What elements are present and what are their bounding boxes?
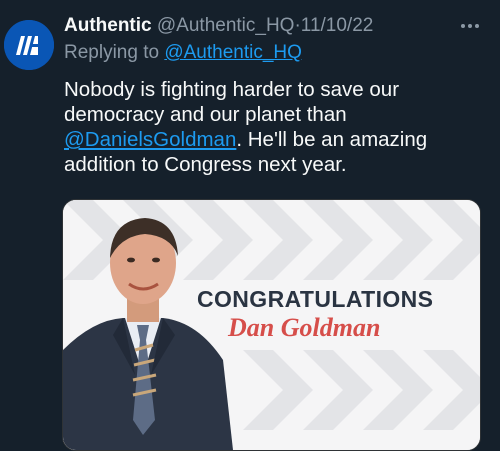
tweet-text: Nobody is fighting harder to save our de… (64, 77, 464, 177)
congratulations-heading: CONGRATULATIONS (197, 286, 434, 312)
honoree-name: Dan Goldman (228, 313, 381, 342)
tweet-text-part-1: Nobody is fighting harder to save our de… (64, 78, 400, 126)
tweet-media-image[interactable]: CONGRATULATIONS Dan Goldman (62, 199, 481, 451)
replying-to: Replying to @Authentic_HQ (64, 41, 302, 65)
more-horizontal-icon (461, 24, 479, 28)
mention-link[interactable]: @DanielsGoldman (64, 128, 236, 151)
person-photo (63, 218, 233, 450)
replying-to-link[interactable]: @Authentic_HQ (164, 42, 302, 63)
author-name[interactable]: Authentic (64, 15, 152, 36)
tweet[interactable]: Authentic @Authentic_HQ·11/10/22 Replyin… (0, 0, 500, 451)
tweet-date[interactable]: 11/10/22 (301, 15, 374, 36)
tweet-header: Authentic @Authentic_HQ·11/10/22 (64, 14, 373, 38)
avatar[interactable] (4, 20, 54, 70)
author-handle[interactable]: @Authentic_HQ (157, 15, 295, 36)
more-button[interactable] (458, 14, 482, 38)
replying-to-label: Replying to (64, 42, 165, 63)
authentic-logo-icon (4, 20, 54, 70)
